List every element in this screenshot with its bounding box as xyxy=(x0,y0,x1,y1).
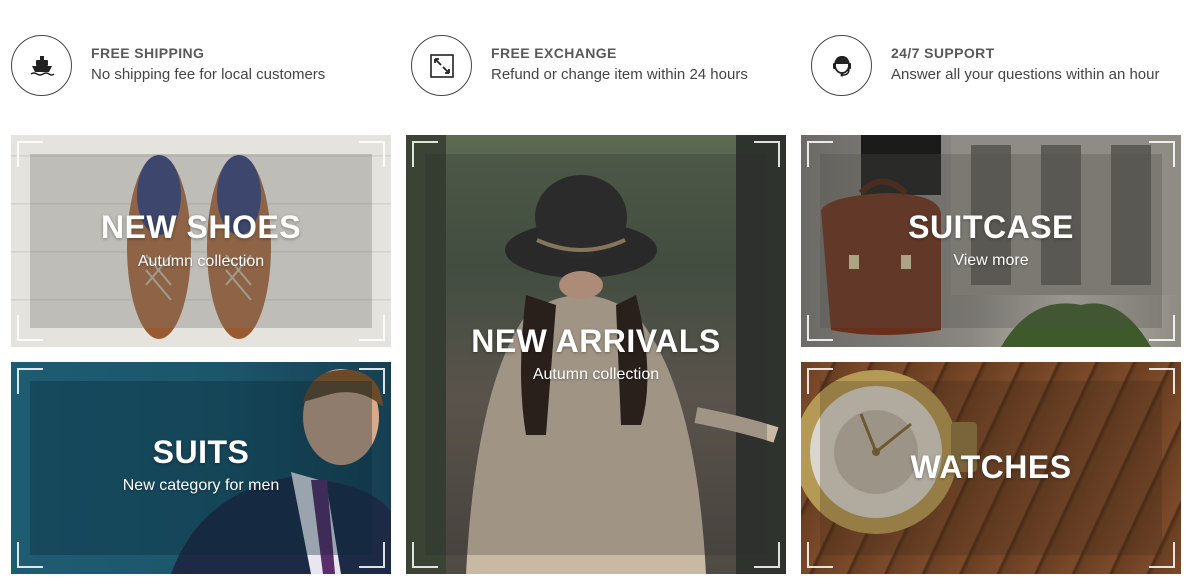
corner-frame xyxy=(807,542,833,568)
feature-title: 24/7 SUPPORT xyxy=(891,45,995,61)
banner-subtitle: Autumn collection xyxy=(532,366,660,383)
feature-description: No shipping fee for local customers xyxy=(91,66,326,83)
corner-frame xyxy=(807,141,833,167)
corner-frame xyxy=(359,368,385,394)
banner-new-arrivals[interactable]: NEW ARRIVALS Autumn collection xyxy=(406,135,786,574)
corner-frame xyxy=(1149,542,1175,568)
banner-suits[interactable]: SUITS New category for men xyxy=(11,362,391,574)
exchange-arrows-icon xyxy=(411,35,472,96)
corner-frame xyxy=(807,368,833,394)
corner-frame xyxy=(412,542,438,568)
corner-frame xyxy=(1149,368,1175,394)
corner-frame xyxy=(754,542,780,568)
feature-title: FREE EXCHANGE xyxy=(491,45,617,61)
corner-frame xyxy=(17,542,43,568)
banner-subtitle: New category for men xyxy=(122,477,280,494)
feature-title: FREE SHIPPING xyxy=(91,45,205,61)
corner-frame xyxy=(359,141,385,167)
corner-frame xyxy=(807,315,833,341)
feature-description: Refund or change item within 24 hours xyxy=(491,66,748,83)
corner-frame xyxy=(1149,315,1175,341)
banner-suitcase[interactable]: SUITCASE View more xyxy=(801,135,1181,347)
banner-title: WATCHES xyxy=(910,449,1072,485)
headset-support-icon xyxy=(811,35,872,96)
banner-subtitle: View more xyxy=(953,252,1029,269)
banner-watches[interactable]: WATCHES xyxy=(801,362,1181,574)
banner-title: SUITS xyxy=(152,434,250,470)
feature-description: Answer all your questions within an hour xyxy=(891,66,1160,83)
corner-frame xyxy=(359,315,385,341)
corner-frame xyxy=(412,141,438,167)
corner-frame xyxy=(359,542,385,568)
banner-title: SUITCASE xyxy=(908,209,1074,245)
corner-frame xyxy=(754,141,780,167)
banner-new-shoes[interactable]: NEW SHOES Autumn collection xyxy=(11,135,391,347)
banner-title: NEW ARRIVALS xyxy=(471,323,721,359)
banner-subtitle: Autumn collection xyxy=(137,253,265,270)
corner-frame xyxy=(17,368,43,394)
corner-frame xyxy=(17,315,43,341)
ship-icon xyxy=(11,35,72,96)
banner-title: NEW SHOES xyxy=(100,209,302,245)
corner-frame xyxy=(17,141,43,167)
corner-frame xyxy=(1149,141,1175,167)
